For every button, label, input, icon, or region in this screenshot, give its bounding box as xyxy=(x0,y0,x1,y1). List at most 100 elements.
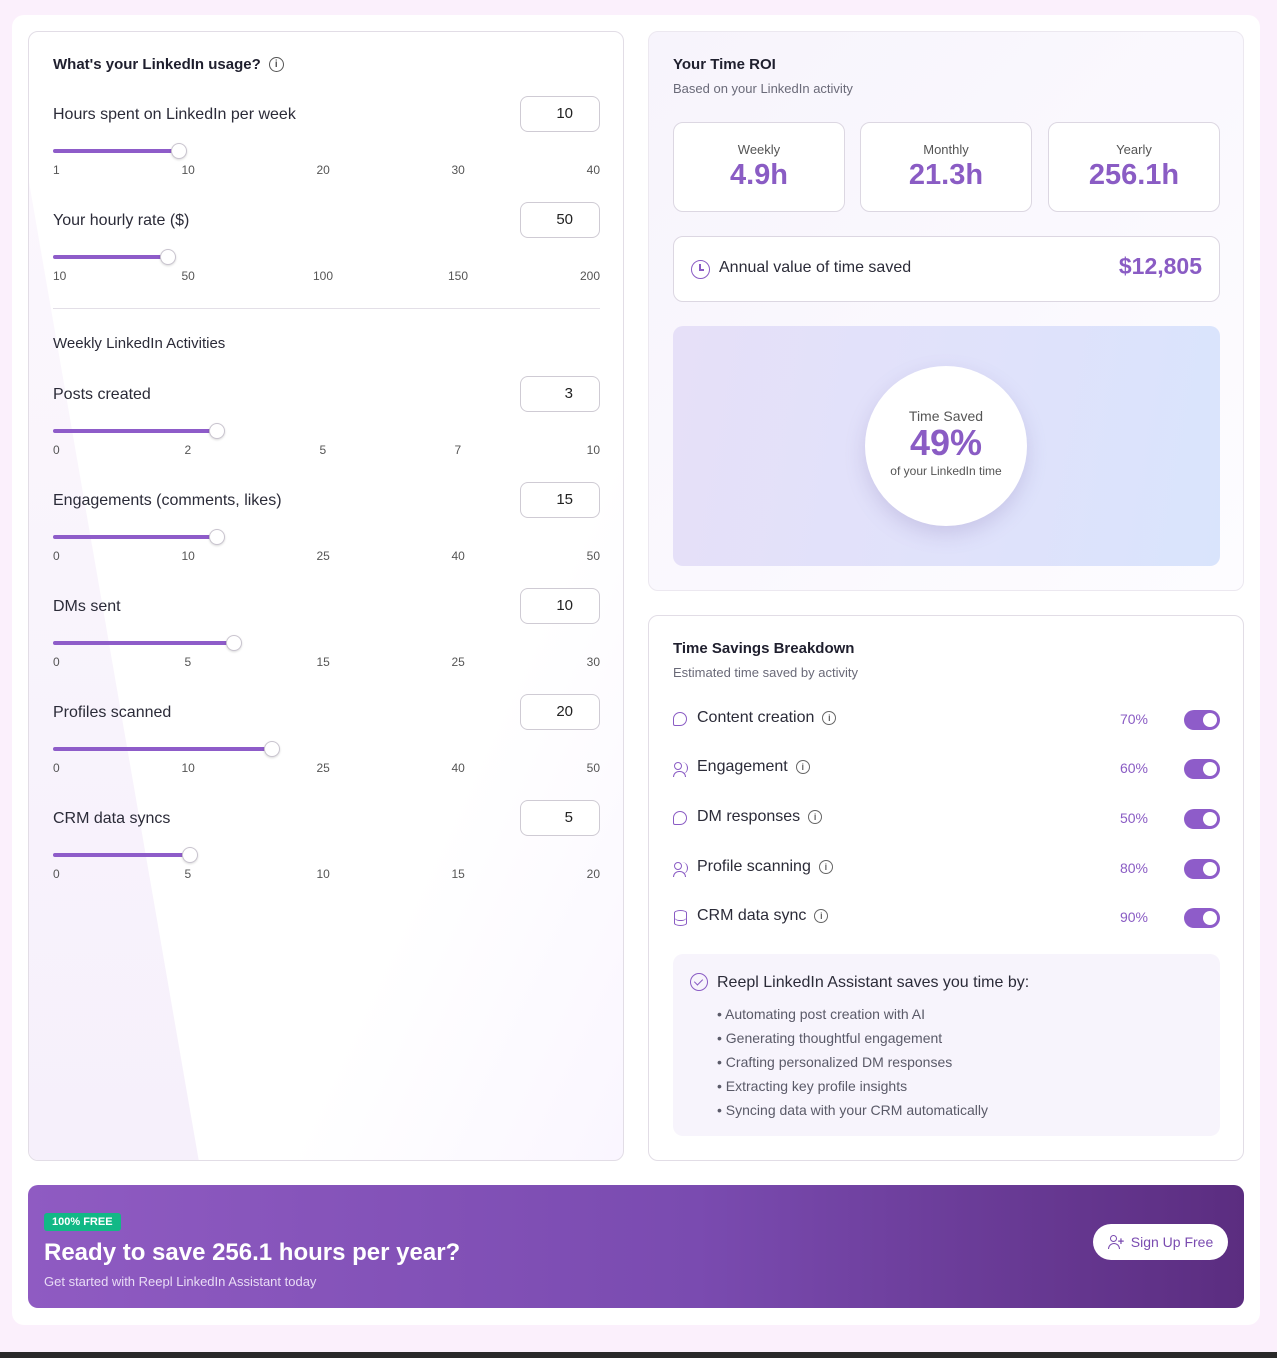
breakdown-subtitle: Estimated time saved by activity xyxy=(673,665,858,680)
slider-tick-label: 50 xyxy=(181,269,195,283)
slider-tick-label: 40 xyxy=(586,163,600,177)
content-creation-toggle[interactable] xyxy=(1184,710,1220,730)
slider-tick-label: 5 xyxy=(184,867,192,881)
crm-label: CRM data syncs xyxy=(53,810,171,827)
profiles-slider[interactable] xyxy=(53,741,600,757)
slider-tick-label: 20 xyxy=(316,163,330,177)
crm-slider-thumb[interactable] xyxy=(182,847,198,863)
posts-slider-thumb[interactable] xyxy=(209,423,225,439)
annual-label: Annual value of time saved xyxy=(719,259,912,276)
info-icon[interactable]: i xyxy=(795,760,810,774)
breakdown-row-engagement: Engagement i 60% xyxy=(673,757,1220,781)
posts-input[interactable]: 3 xyxy=(520,376,600,412)
slider-tick-label: 0 xyxy=(53,867,60,881)
slider-tick-label: 40 xyxy=(451,761,465,775)
slider-tick-label: 5 xyxy=(319,443,327,457)
profiles-field: Profiles scanned 20 0 10 25 40 50 xyxy=(53,694,600,784)
users-icon xyxy=(673,861,689,877)
hours-slider-thumb[interactable] xyxy=(171,143,187,159)
info-icon[interactable]: i xyxy=(818,860,833,874)
roi-title: Your Time ROI xyxy=(673,56,776,73)
cta-title: Ready to save 256.1 hours per year? xyxy=(44,1239,461,1266)
slider-tick-label: 10 xyxy=(53,269,67,283)
monthly-card: Monthly 21.3h xyxy=(860,122,1032,212)
slider-tick-label: 200 xyxy=(579,269,600,283)
time-saved-circle: Time Saved 49% of your LinkedIn time xyxy=(865,366,1027,526)
sign-up-label: Sign Up Free xyxy=(1130,1234,1214,1250)
slider-tick-label: 10 xyxy=(316,867,330,881)
profile-scanning-toggle[interactable] xyxy=(1184,859,1220,879)
bottom-bar xyxy=(0,1352,1277,1358)
dms-input[interactable]: 10 xyxy=(520,588,600,624)
list-item: Extracting key profile insights xyxy=(717,1076,988,1100)
rate-slider[interactable] xyxy=(53,249,600,265)
hours-label: Hours spent on LinkedIn per week xyxy=(53,106,296,123)
posts-label: Posts created xyxy=(53,386,151,403)
slider-tick-label: 150 xyxy=(448,269,469,283)
slider-tick-label: 10 xyxy=(586,443,600,457)
slider-tick-label: 15 xyxy=(316,655,330,669)
breakdown-row-label: Content creation xyxy=(697,709,815,726)
slider-tick-label: 30 xyxy=(586,655,600,669)
crm-slider[interactable] xyxy=(53,847,600,863)
dm-responses-toggle[interactable] xyxy=(1184,809,1220,829)
list-item: Automating post creation with AI xyxy=(717,1004,988,1028)
chat-icon xyxy=(673,811,687,825)
slider-tick-label: 50 xyxy=(586,549,600,563)
rate-input[interactable]: 50 xyxy=(520,202,600,238)
hours-input[interactable]: 10 xyxy=(520,96,600,132)
usage-panel: What's your LinkedIn usage? i Hours spen… xyxy=(28,31,624,1161)
slider-tick-label: 0 xyxy=(53,549,60,563)
weekly-label: Weekly xyxy=(737,142,781,157)
benefits-list: Automating post creation with AI Generat… xyxy=(717,1004,988,1124)
dms-slider[interactable] xyxy=(53,635,600,651)
usage-title-text: What's your LinkedIn usage? xyxy=(53,56,261,73)
slider-tick-label: 2 xyxy=(184,443,192,457)
breakdown-title: Time Savings Breakdown xyxy=(673,640,855,657)
crm-data-sync-toggle[interactable] xyxy=(1184,908,1220,928)
info-icon[interactable]: i xyxy=(268,57,284,72)
slider-tick-label: 10 xyxy=(181,761,195,775)
dms-slider-thumb[interactable] xyxy=(226,635,242,651)
roi-panel: Your Time ROI Based on your LinkedIn act… xyxy=(648,31,1244,591)
info-icon[interactable]: i xyxy=(822,711,837,725)
engagements-slider-thumb[interactable] xyxy=(209,529,225,545)
slider-tick-label: 15 xyxy=(451,867,465,881)
engagements-label: Engagements (comments, likes) xyxy=(53,492,282,509)
breakdown-row-dm-responses: DM responses i 50% xyxy=(673,807,1220,831)
slider-tick-label: 20 xyxy=(586,867,600,881)
crm-input[interactable]: 5 xyxy=(520,800,600,836)
hours-slider-fill xyxy=(53,149,179,153)
monthly-value: 21.3h xyxy=(908,159,984,191)
posts-slider[interactable] xyxy=(53,423,600,439)
rate-field: Your hourly rate ($) 50 10 50 100 150 200 xyxy=(53,202,600,292)
breakdown-row-percent: 60% xyxy=(1119,760,1148,776)
breakdown-row-percent: 90% xyxy=(1119,909,1148,925)
sign-up-button[interactable]: + Sign Up Free xyxy=(1093,1224,1228,1260)
slider-tick-label: 7 xyxy=(454,443,462,457)
slider-tick-label: 25 xyxy=(316,761,330,775)
profiles-input[interactable]: 20 xyxy=(520,694,600,730)
dms-label: DMs sent xyxy=(53,598,121,615)
engagements-field: Engagements (comments, likes) 15 0 10 25 40… xyxy=(53,482,600,572)
profiles-slider-thumb[interactable] xyxy=(264,741,280,757)
usage-title: What's your LinkedIn usage? i xyxy=(53,56,284,73)
engagement-toggle[interactable] xyxy=(1184,759,1220,779)
users-icon xyxy=(673,761,689,777)
breakdown-row-profile-scanning: Profile scanning i 80% xyxy=(673,857,1220,881)
slider-tick-label: 100 xyxy=(313,269,334,283)
hours-slider[interactable] xyxy=(53,143,600,159)
rate-slider-thumb[interactable] xyxy=(160,249,176,265)
engagements-input[interactable]: 15 xyxy=(520,482,600,518)
benefits-box: Reepl LinkedIn Assistant saves you time … xyxy=(673,954,1220,1136)
info-icon[interactable]: i xyxy=(814,909,829,923)
monthly-label: Monthly xyxy=(923,142,969,157)
slider-tick-label: 0 xyxy=(53,655,60,669)
slider-tick-label: 50 xyxy=(586,761,600,775)
yearly-value: 256.1h xyxy=(1088,159,1180,191)
chat-icon xyxy=(673,712,687,726)
rate-slider-fill xyxy=(53,255,168,259)
info-icon[interactable]: i xyxy=(808,810,823,824)
engagements-slider[interactable] xyxy=(53,529,600,545)
divider xyxy=(53,308,600,309)
